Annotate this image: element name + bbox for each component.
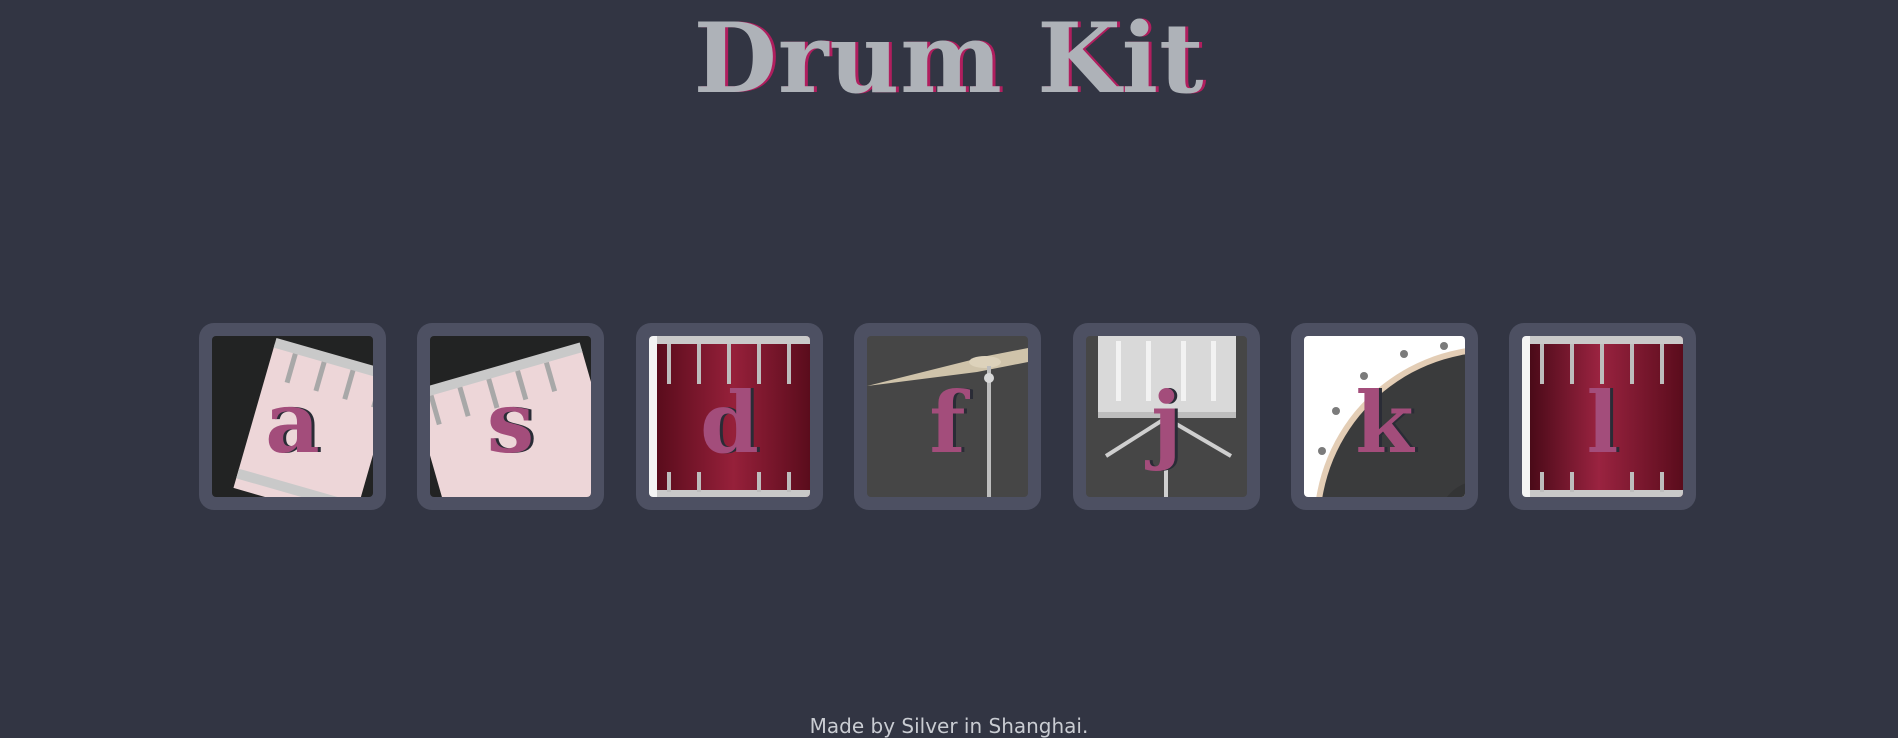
- key-letter: k: [1355, 373, 1414, 472]
- drum-face: l: [1522, 336, 1683, 497]
- key-letter: s: [486, 373, 535, 472]
- drum-button-a[interactable]: a: [199, 323, 386, 510]
- footer-credit: Made by Silver in Shanghai.: [809, 714, 1089, 738]
- key-letter: d: [700, 373, 759, 472]
- drum-face: f: [867, 336, 1028, 497]
- drum-button-d[interactable]: d: [636, 323, 823, 510]
- key-letter: f: [929, 373, 966, 472]
- drum-button-k[interactable]: k: [1291, 323, 1478, 510]
- drum-face: j: [1086, 336, 1247, 497]
- drum-button-j[interactable]: j: [1073, 323, 1260, 510]
- page-title: Drum Kit: [693, 2, 1205, 115]
- key-letter: j: [1151, 373, 1182, 472]
- drum-face: a: [212, 336, 373, 497]
- drum-set: a s d f j k l: [199, 323, 1699, 510]
- drum-button-f[interactable]: f: [854, 323, 1041, 510]
- drum-face: d: [649, 336, 810, 497]
- drum-face: k: [1304, 336, 1465, 497]
- drum-button-s[interactable]: s: [417, 323, 604, 510]
- drum-face: s: [430, 336, 591, 497]
- key-letter: l: [1586, 373, 1619, 472]
- key-letter: a: [265, 373, 320, 472]
- drum-button-l[interactable]: l: [1509, 323, 1696, 510]
